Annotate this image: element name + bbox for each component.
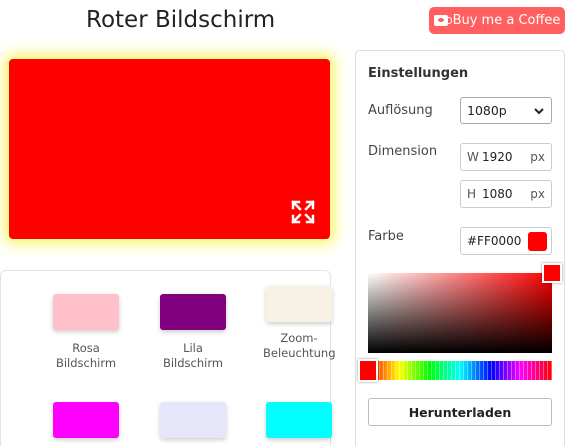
swatch-color-box[interactable] <box>53 294 119 330</box>
dimension-label: Dimension <box>368 144 438 159</box>
swatch-rosa[interactable]: Rosa Bildschirm <box>31 294 141 371</box>
color-hex-value: #FF0000 <box>467 234 522 248</box>
width-value: 1920 <box>482 150 513 164</box>
page-title: Roter Bildschirm <box>86 7 276 33</box>
swatch-color-box[interactable] <box>53 402 119 438</box>
swatch-label: Zoom-Beleuchtung <box>263 331 336 360</box>
swatch-lavender[interactable] <box>138 402 248 438</box>
color-label: Farbe <box>368 229 404 244</box>
swatch-lila[interactable]: Lila Bildschirm <box>138 294 248 371</box>
height-unit: px <box>530 187 545 201</box>
coffee-cup-icon <box>433 15 452 26</box>
saturation-value-handle[interactable] <box>542 263 562 283</box>
color-swatch-list: Rosa Bildschirm Lila Bildschirm Zoom-Bel… <box>0 270 336 446</box>
swatch-label: Rosa Bildschirm <box>55 341 117 370</box>
height-value: 1080 <box>482 187 513 201</box>
height-prefix: H <box>467 187 477 201</box>
swatch-magenta[interactable] <box>31 402 141 438</box>
color-chip[interactable] <box>528 231 547 251</box>
swatch-color-box[interactable] <box>160 402 226 438</box>
download-button[interactable]: Herunterladen <box>368 398 552 426</box>
width-prefix: W <box>467 150 479 164</box>
height-input[interactable]: H 1080 px <box>460 180 552 208</box>
swatch-label: Lila Bildschirm <box>162 341 224 370</box>
hue-slider[interactable] <box>368 361 552 380</box>
fullscreen-expand-icon[interactable] <box>291 200 315 224</box>
chevron-down-icon <box>534 108 544 115</box>
width-unit: px <box>530 150 545 164</box>
width-input[interactable]: W 1920 px <box>460 143 552 171</box>
swatch-cyan[interactable] <box>244 402 354 438</box>
settings-panel: Einstellungen Auflösung 1080p Dimension … <box>355 50 565 446</box>
resolution-select[interactable]: 1080p <box>460 97 552 124</box>
swatch-color-box[interactable] <box>266 402 332 438</box>
saturation-value-picker[interactable] <box>368 273 552 353</box>
swatch-color-box[interactable] <box>266 286 332 322</box>
swatch-zoom-beleuchtung[interactable]: Zoom-Beleuchtung <box>244 286 354 361</box>
resolution-label: Auflösung <box>368 103 433 118</box>
color-hex-input[interactable]: #FF0000 <box>460 227 552 255</box>
buy-me-a-coffee-button[interactable]: Buy me a Coffee <box>429 7 565 34</box>
color-preview[interactable] <box>9 59 330 239</box>
settings-title: Einstellungen <box>368 66 469 81</box>
swatch-color-box[interactable] <box>160 294 226 330</box>
resolution-value: 1080p <box>467 103 507 118</box>
hue-slider-handle[interactable] <box>358 359 378 382</box>
buy-me-a-coffee-label: Buy me a Coffee <box>452 13 561 28</box>
